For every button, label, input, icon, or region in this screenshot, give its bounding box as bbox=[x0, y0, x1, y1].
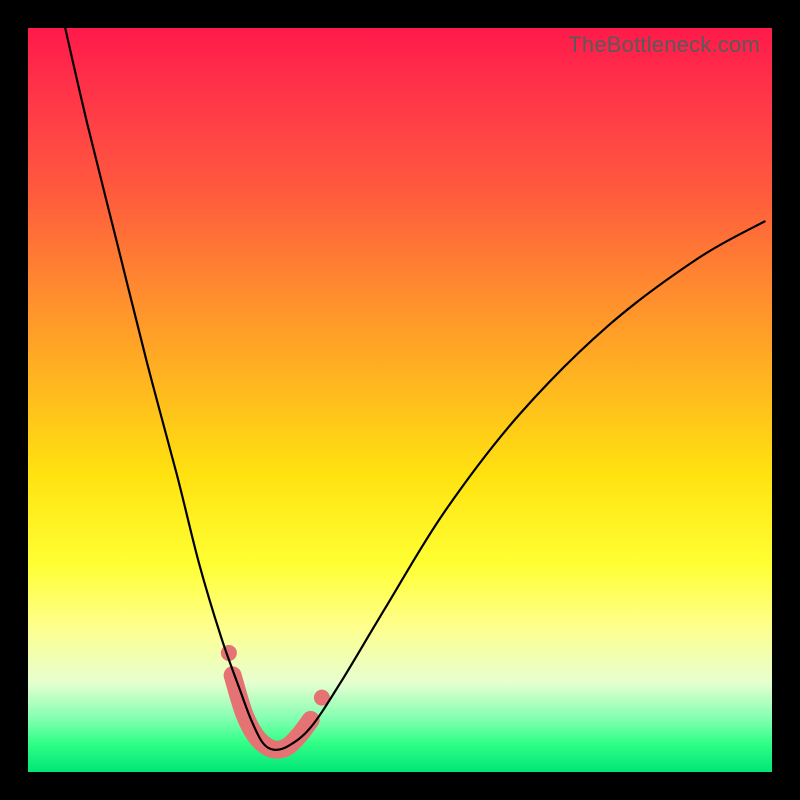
chart-svg bbox=[28, 28, 772, 772]
bottleneck-curve bbox=[65, 28, 764, 750]
outer-frame: TheBottleneck.com bbox=[0, 0, 800, 800]
plot-area: TheBottleneck.com bbox=[28, 28, 772, 772]
